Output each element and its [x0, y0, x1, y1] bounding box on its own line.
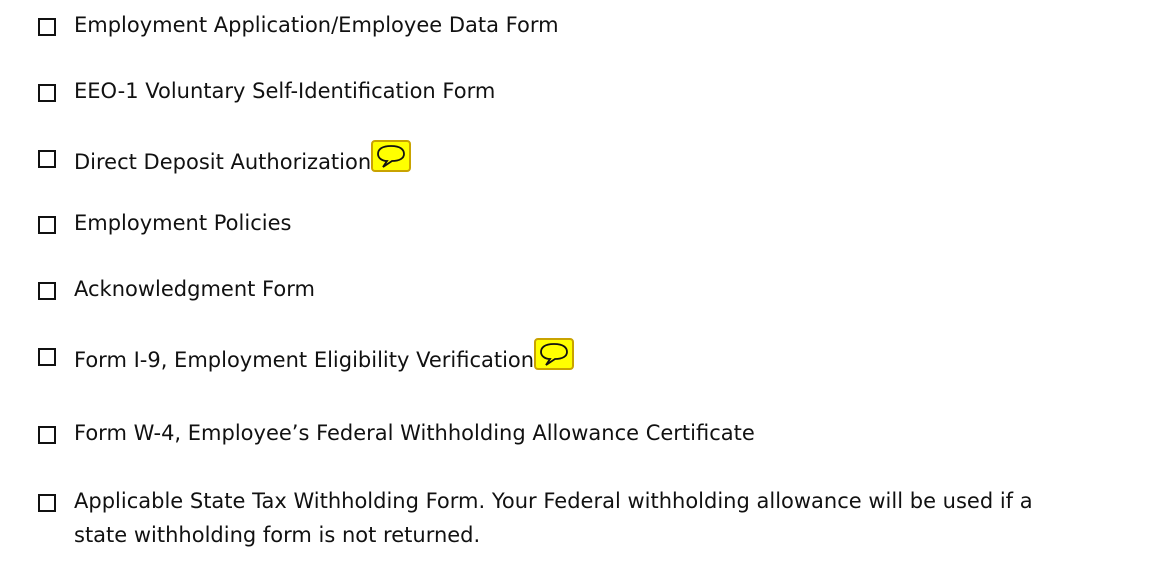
checklist-item: Form W-4, Employee’s Federal Withholding… — [38, 421, 755, 450]
checklist-item-label: Form I-9, Employment Eligibility Verific… — [74, 348, 535, 372]
checklist-item-label: Acknowledgment Form — [74, 277, 315, 301]
checklist-item-label: Applicable State Tax Withholding Form. Y… — [74, 489, 1033, 547]
checklist-item-label: Direct Deposit Authorization — [74, 150, 372, 174]
comment-note-icon[interactable] — [371, 140, 412, 172]
checkbox[interactable] — [38, 216, 56, 234]
document-checklist: Employment Application/Employee Data For… — [0, 0, 1154, 563]
checklist-item: Direct Deposit Authorization — [38, 140, 412, 179]
checklist-item: Form I-9, Employment Eligibility Verific… — [38, 338, 575, 377]
checkbox[interactable] — [38, 282, 56, 300]
checkbox[interactable] — [38, 84, 56, 102]
checklist-item-label-row: Form I-9, Employment Eligibility Verific… — [74, 338, 575, 377]
checklist-item-label: Employment Policies — [74, 211, 292, 235]
checklist-item: Acknowledgment Form — [38, 277, 315, 306]
checklist-item: Employment Application/Employee Data For… — [38, 13, 559, 42]
checklist-item-label-row: Direct Deposit Authorization — [74, 140, 412, 179]
comment-note-icon[interactable] — [534, 338, 575, 370]
checklist-item: Applicable State Tax Withholding Form. Y… — [38, 489, 1084, 552]
checkbox[interactable] — [38, 494, 56, 512]
checklist-item-label: Form W-4, Employee’s Federal Withholding… — [74, 421, 755, 445]
checkbox[interactable] — [38, 18, 56, 36]
checklist-item: Employment Policies — [38, 211, 291, 240]
checkbox[interactable] — [38, 150, 56, 168]
checklist-item: EEO-1 Voluntary Self-Identification Form — [38, 79, 495, 108]
checkbox[interactable] — [38, 426, 56, 444]
checklist-item-label: EEO-1 Voluntary Self-Identification Form — [74, 79, 496, 103]
checklist-item-label: Employment Application/Employee Data For… — [74, 13, 559, 37]
checkbox[interactable] — [38, 348, 56, 366]
